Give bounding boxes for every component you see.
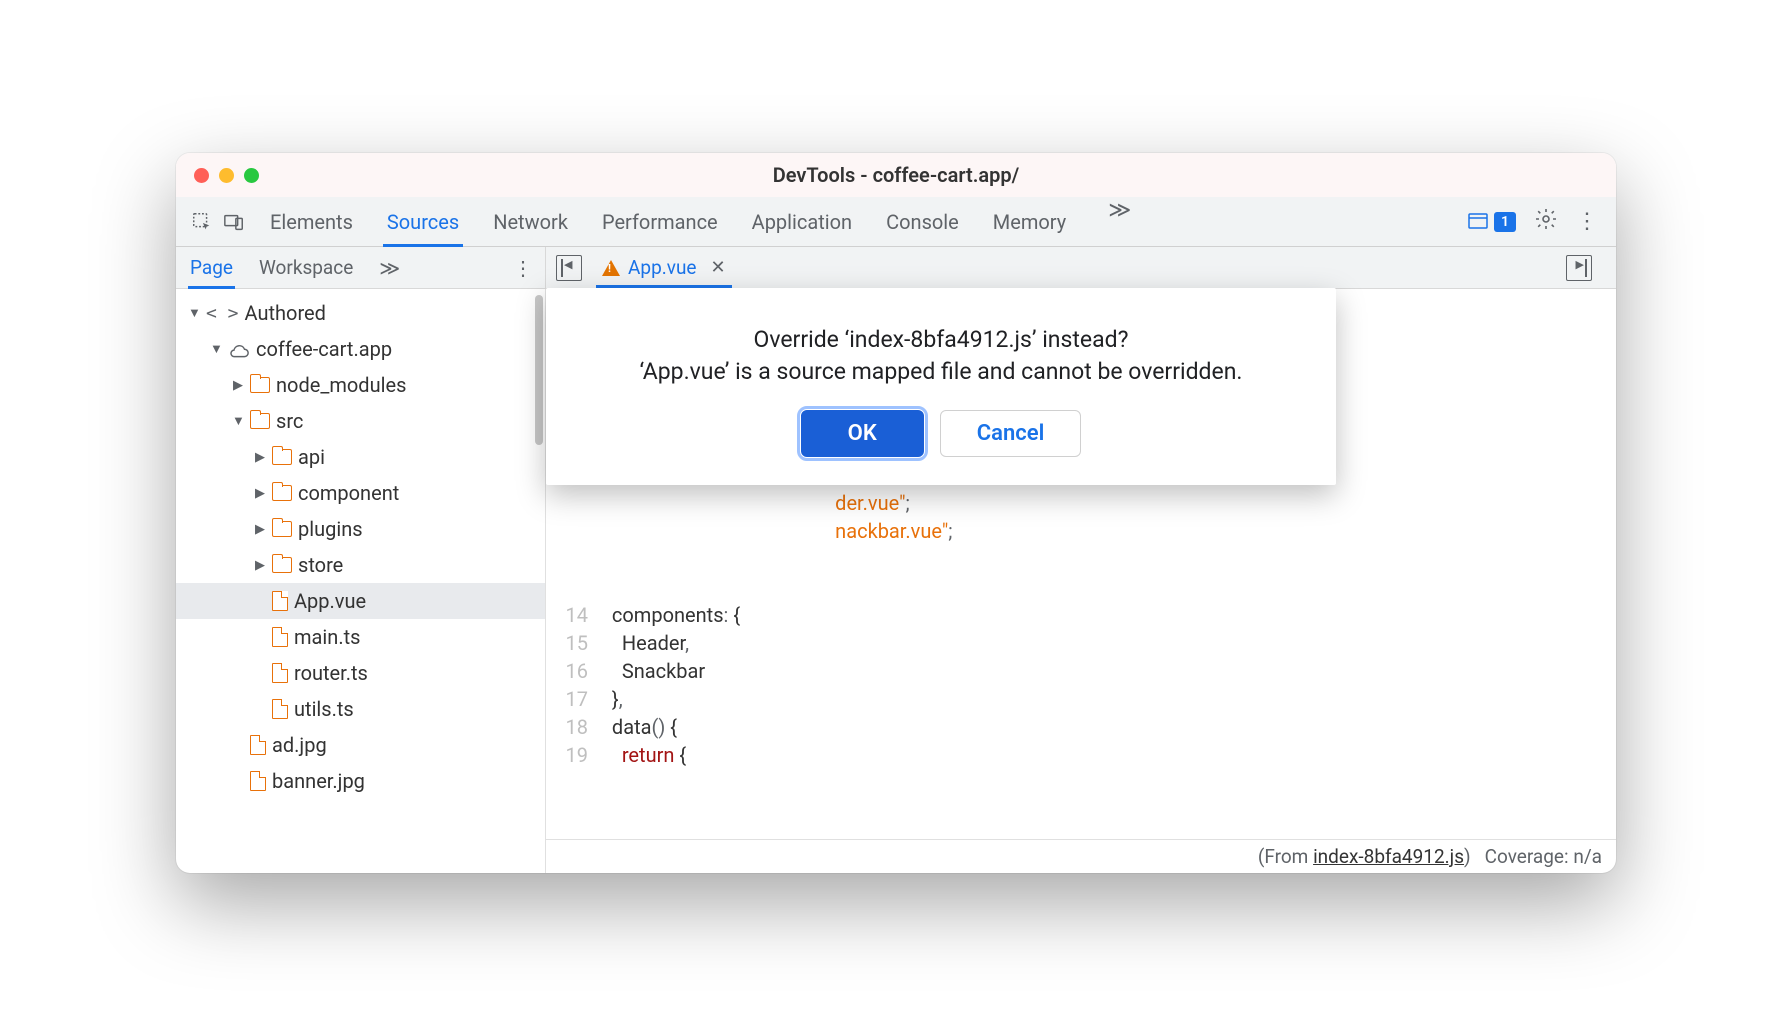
tab-elements[interactable]: Elements <box>270 198 353 246</box>
chevron-right-icon <box>254 522 266 537</box>
traffic-lights <box>194 168 259 183</box>
tree-authored[interactable]: < > Authored <box>176 295 545 331</box>
tab-performance[interactable]: Performance <box>602 198 718 246</box>
file-icon <box>272 591 288 611</box>
tree-folder-src[interactable]: src <box>176 403 545 439</box>
issues-button[interactable]: 1 <box>1468 212 1516 232</box>
tree-file-app-vue[interactable]: App.vue <box>176 583 545 619</box>
cloud-icon <box>228 341 250 357</box>
folder-icon <box>272 521 292 537</box>
tree-folder-node-modules[interactable]: node_modules <box>176 367 545 403</box>
chevron-right-icon <box>254 558 266 573</box>
subtab-page[interactable]: Page <box>190 247 233 288</box>
close-tab-icon[interactable]: ✕ <box>711 257 726 278</box>
chevron-right-icon <box>254 450 266 465</box>
devtools-window: DevTools - coffee-cart.app/ Elements Sou… <box>176 153 1616 873</box>
editor-tabstrip: App.vue ✕ <box>546 247 1616 288</box>
chevron-down-icon <box>188 305 200 321</box>
settings-icon[interactable] <box>1534 207 1558 237</box>
source-map-link[interactable]: index-8bfa4912.js <box>1313 845 1464 868</box>
tab-application[interactable]: Application <box>752 198 852 246</box>
tree-folder-plugins[interactable]: plugins <box>176 511 545 547</box>
folder-icon <box>272 557 292 573</box>
subtab-workspace[interactable]: Workspace <box>259 247 353 288</box>
editor-statusbar: (From index-8bfa4912.js) Coverage: n/a <box>546 839 1616 873</box>
sources-subbar: Page Workspace ≫ ⋮ App.vue ✕ <box>176 247 1616 289</box>
device-toolbar-icon[interactable] <box>220 208 248 236</box>
folder-icon <box>272 449 292 465</box>
source-map-origin: (From index-8bfa4912.js) <box>1258 845 1471 868</box>
file-icon <box>272 699 288 719</box>
file-icon <box>272 627 288 647</box>
chevron-down-icon <box>232 413 244 429</box>
folder-icon <box>250 377 270 393</box>
chevron-right-icon <box>232 378 244 393</box>
folder-icon <box>272 485 292 501</box>
file-icon <box>250 771 266 791</box>
warning-icon <box>602 260 620 276</box>
window-title: DevTools - coffee-cart.app/ <box>176 163 1616 187</box>
coverage-status: Coverage: n/a <box>1485 845 1602 868</box>
tab-sources[interactable]: Sources <box>387 198 459 246</box>
file-tab-app-vue[interactable]: App.vue ✕ <box>596 248 732 287</box>
override-dialog: Override ‘index-8bfa4912.js’ instead? ‘A… <box>546 288 1336 485</box>
file-navigator: < > Authored coffee-cart.app node_module… <box>176 289 546 873</box>
subtabs-overflow-icon[interactable]: ≫ <box>379 256 400 280</box>
more-options-icon[interactable]: ⋮ <box>1576 209 1598 234</box>
main-tabs: Elements Sources Network Performance App… <box>270 198 1464 246</box>
tree-file-main-ts[interactable]: main.ts <box>176 619 545 655</box>
tree-folder-api[interactable]: api <box>176 439 545 475</box>
tree-file-banner-jpg[interactable]: banner.jpg <box>176 763 545 799</box>
cancel-button[interactable]: Cancel <box>940 410 1082 457</box>
issues-count: 1 <box>1494 212 1516 232</box>
toggle-debugger-icon[interactable] <box>1566 255 1592 281</box>
dialog-message: Override ‘index-8bfa4912.js’ instead? ‘A… <box>576 324 1306 388</box>
ok-button[interactable]: OK <box>801 410 924 457</box>
file-tab-label: App.vue <box>628 256 697 279</box>
file-icon <box>250 735 266 755</box>
tab-memory[interactable]: Memory <box>993 198 1066 246</box>
file-icon <box>272 663 288 683</box>
chevron-right-icon <box>254 486 266 501</box>
close-window-button[interactable] <box>194 168 209 183</box>
scrollbar-thumb[interactable] <box>535 295 543 445</box>
tree-domain[interactable]: coffee-cart.app <box>176 331 545 367</box>
navigator-more-icon[interactable]: ⋮ <box>513 256 533 280</box>
titlebar: DevTools - coffee-cart.app/ <box>176 153 1616 197</box>
folder-icon <box>250 413 270 429</box>
authored-icon: < > <box>206 303 239 324</box>
toggle-navigator-icon[interactable] <box>556 255 582 281</box>
tree-file-utils-ts[interactable]: utils.ts <box>176 691 545 727</box>
tab-network[interactable]: Network <box>493 198 568 246</box>
tree-file-ad-jpg[interactable]: ad.jpg <box>176 727 545 763</box>
minimize-window-button[interactable] <box>219 168 234 183</box>
tree-file-router-ts[interactable]: router.ts <box>176 655 545 691</box>
navigator-tabs: Page Workspace ≫ ⋮ <box>176 247 546 288</box>
tab-console[interactable]: Console <box>886 198 959 246</box>
chevron-down-icon <box>210 341 222 357</box>
main-tabbar: Elements Sources Network Performance App… <box>176 197 1616 247</box>
tree-folder-store[interactable]: store <box>176 547 545 583</box>
tree-folder-components[interactable]: component <box>176 475 545 511</box>
zoom-window-button[interactable] <box>244 168 259 183</box>
tabs-overflow-icon[interactable]: ≫ <box>1100 198 1139 246</box>
inspect-element-icon[interactable] <box>188 208 216 236</box>
